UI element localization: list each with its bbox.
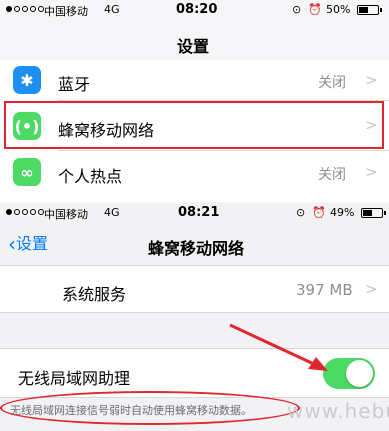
red-arrow	[229, 323, 328, 371]
alarm-icon: ⏰	[308, 3, 322, 16]
highlight-ellipse	[0, 391, 300, 425]
row-label: 个人热点	[58, 167, 123, 186]
chevron-right-icon: >	[365, 163, 378, 181]
chevron-left-icon: ‹	[8, 232, 16, 256]
battery-icon	[357, 5, 382, 15]
row-bluetooth[interactable]: ✱ 蓝牙 关闭 >	[0, 60, 389, 100]
status-bar: 中国移动 4G 08:21 ⊙ ⏰ 49%	[0, 203, 389, 223]
chevron-right-icon: >	[365, 280, 378, 298]
row-label: 系统服务	[62, 285, 127, 304]
watermark: www.hebug.cc	[287, 399, 389, 423]
rotation-lock-icon: ⊙	[296, 206, 306, 219]
page-title: 设置	[177, 37, 210, 56]
carrier-name: 中国移动	[44, 5, 88, 18]
chevron-right-icon: >	[365, 71, 378, 89]
bluetooth-icon: ✱	[13, 66, 41, 94]
status-bar: 中国移动 4G 08:20 ⊙ ⏰ 50%	[0, 0, 389, 20]
cellular-screen: 中国移动 4G 08:21 ⊙ ⏰ 49% ‹设置 蜂窝移动网络 系统服务 39…	[0, 203, 389, 431]
page-title: 蜂窝移动网络	[148, 239, 245, 258]
signal-icon	[6, 209, 44, 215]
row-value: 关闭	[318, 167, 346, 183]
battery-icon	[361, 208, 386, 218]
alarm-icon: ⏰	[312, 206, 326, 219]
back-label: 设置	[16, 234, 49, 253]
row-label: 蓝牙	[58, 75, 91, 94]
highlight-box	[4, 101, 384, 149]
status-time: 08:21	[178, 205, 220, 220]
battery-percent: 49%	[330, 206, 355, 219]
row-system-services[interactable]: 系统服务 397 MB >	[0, 266, 389, 312]
status-time: 08:20	[176, 2, 218, 17]
settings-screen: 中国移动 4G 08:20 ⊙ ⏰ 50% 设置 ✱ 蓝牙 关闭 > ((•))…	[0, 0, 389, 203]
row-value: 关闭	[318, 75, 346, 91]
hotspot-icon: ∞	[13, 158, 41, 186]
carrier-name: 中国移动	[44, 208, 88, 221]
network-type: 4G	[104, 3, 120, 16]
battery-percent: 50%	[326, 3, 351, 16]
network-type: 4G	[104, 206, 120, 219]
row-label: 无线局域网助理	[18, 369, 131, 388]
back-button[interactable]: ‹设置	[8, 232, 48, 256]
rotation-lock-icon: ⊙	[292, 3, 302, 16]
row-value: 397 MB	[296, 281, 353, 299]
row-hotspot[interactable]: ∞ 个人热点 关闭 >	[0, 152, 389, 192]
signal-icon	[6, 6, 44, 12]
